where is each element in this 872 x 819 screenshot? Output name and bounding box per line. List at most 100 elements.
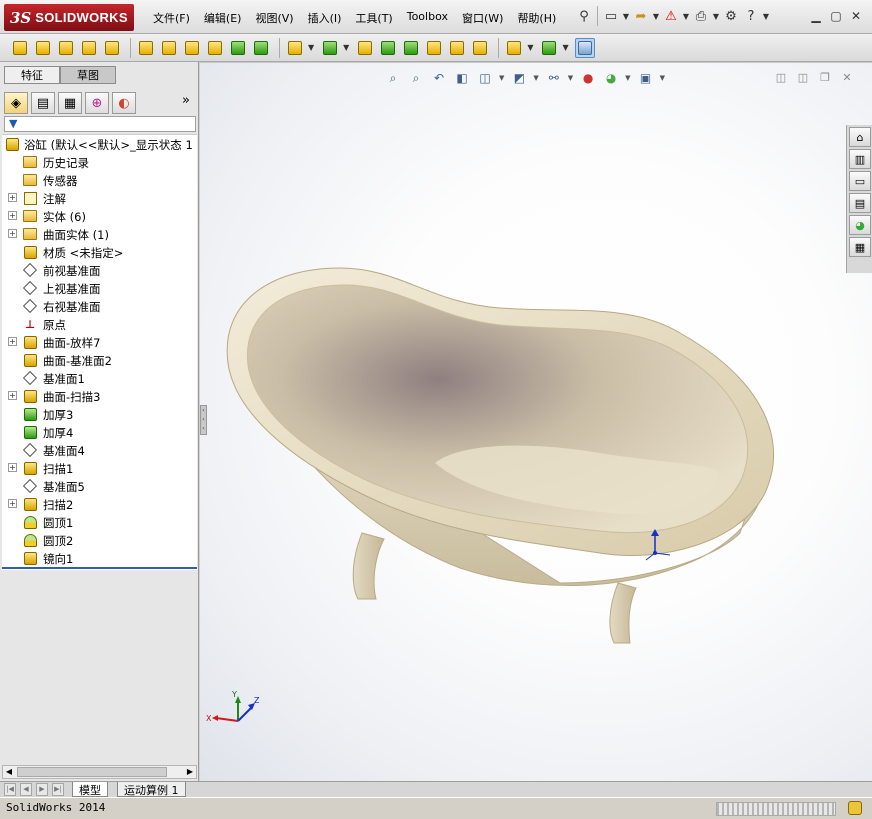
extrude-icon[interactable] [10,38,30,58]
tree-item[interactable]: 曲面-基准面2 [2,351,197,369]
help-icon[interactable]: ? [741,6,761,26]
tree-horizontal-scrollbar[interactable]: ◀ ▶ [2,765,197,779]
prev-tab-icon[interactable]: ◀ [20,783,32,796]
swept-cut-icon[interactable] [205,38,225,58]
help-dropdown-icon[interactable]: ▼ [761,12,771,21]
menu-file[interactable]: 文件(F) [146,8,197,28]
revolved-cut-icon[interactable] [182,38,202,58]
tree-item[interactable]: + 曲面实体 (1) [2,225,197,243]
rebuild-dropdown-icon[interactable]: ▼ [681,12,691,21]
tree-item[interactable]: 基准面4 [2,441,197,459]
tree-item[interactable]: 历史记录 [2,153,197,171]
menu-toolbox[interactable]: Toolbox [400,8,455,28]
intersect-icon[interactable] [447,38,467,58]
draft-icon[interactable] [378,38,398,58]
scroll-thumb[interactable] [17,767,167,777]
lofted-cut-icon[interactable] [228,38,248,58]
expand-icon[interactable]: + [8,337,17,346]
menu-window[interactable]: 窗口(W) [455,8,510,28]
mirror-icon[interactable] [470,38,490,58]
tab-sketch[interactable]: 草图 [60,66,116,84]
tree-item[interactable]: 前视基准面 [2,261,197,279]
hole-wizard-icon[interactable] [159,38,179,58]
fillet-dropdown-icon[interactable]: ▼ [308,43,314,52]
featuremanager-icon[interactable]: ◈ [4,92,28,114]
curves-icon[interactable] [539,38,559,58]
bathtub-model[interactable] [200,63,872,782]
expand-icon[interactable]: + [8,193,17,202]
tree-item[interactable]: 传感器 [2,171,197,189]
tree-item[interactable]: 圆顶1 [2,513,197,531]
curves-dropdown-icon[interactable]: ▼ [562,43,568,52]
tab-motion-study[interactable]: 运动算例 1 [117,782,186,797]
rib-icon[interactable] [355,38,375,58]
tree-item[interactable]: ⊥ 原点 [2,315,197,333]
propertymanager-icon[interactable]: ▤ [31,92,55,114]
tab-features[interactable]: 特征 [4,66,60,84]
tree-item[interactable]: + 扫描1 [2,459,197,477]
expand-icon[interactable]: + [8,499,17,508]
linear-pattern-icon[interactable] [320,38,340,58]
close-icon[interactable]: ✕ [846,7,866,25]
tree-item[interactable]: + 曲面-扫描3 [2,387,197,405]
minimize-icon[interactable]: ▁ [806,7,826,25]
expand-icon[interactable]: + [8,463,17,472]
boundary-cut-icon[interactable] [251,38,271,58]
menu-view[interactable]: 视图(V) [248,8,300,28]
sweep-icon[interactable] [56,38,76,58]
menu-tools[interactable]: 工具(T) [348,8,399,28]
expand-icon[interactable]: + [8,211,17,220]
loft-icon[interactable] [79,38,99,58]
last-tab-icon[interactable]: ▶| [52,783,64,796]
tree-item[interactable]: + 扫描2 [2,495,197,513]
open-icon[interactable]: ➦ [631,6,651,26]
new-dropdown-icon[interactable]: ▼ [621,12,631,21]
print-icon[interactable]: ⎙ [691,6,711,26]
tree-item[interactable]: + 实体 (6) [2,207,197,225]
pattern-dropdown-icon[interactable]: ▼ [343,43,349,52]
displaymanager-icon[interactable]: ◐ [112,92,136,114]
expand-icon[interactable]: + [8,229,17,238]
configurationmanager-icon[interactable]: ▦ [58,92,82,114]
tree-root[interactable]: 浴缸 (默认<<默认>_显示状态 1 [2,135,197,153]
more-chevron-icon[interactable]: » [182,93,190,108]
graphics-area[interactable]: ‹ ‹ ‹ ⌕ ⌕ ↶ ◧ ◫ ▼ ◩ ▼ ⚯ ▼ ● ◕ ▼ ▣ ▼ ◫ ◫ ❐ … [200,62,872,781]
tree-item[interactable]: 材质 <未指定> [2,243,197,261]
rebuild-warning-icon[interactable]: ⚠ [661,6,681,26]
next-tab-icon[interactable]: ▶ [36,783,48,796]
tree-item[interactable]: 右视基准面 [2,297,197,315]
menu-edit[interactable]: 编辑(E) [197,8,249,28]
scroll-right-icon[interactable]: ▶ [184,766,196,778]
boundary-icon[interactable] [102,38,122,58]
tree-item[interactable]: 上视基准面 [2,279,197,297]
shell-icon[interactable] [401,38,421,58]
first-tab-icon[interactable]: |◀ [4,783,16,796]
rollback-bar[interactable] [2,567,197,569]
menu-help[interactable]: 帮助(H) [510,8,563,28]
dimxpertmanager-icon[interactable]: ⊕ [85,92,109,114]
fillet-icon[interactable] [285,38,305,58]
tree-item[interactable]: + 曲面-放样7 [2,333,197,351]
extruded-cut-icon[interactable] [136,38,156,58]
tree-item[interactable]: 基准面1 [2,369,197,387]
tab-model[interactable]: 模型 [72,782,108,797]
solidworks-logo[interactable]: 3S SOLIDWORKS [4,4,134,31]
instant3d-icon[interactable] [574,37,595,58]
tree-item[interactable]: 加厚3 [2,405,197,423]
options-icon[interactable]: ⚙ [721,6,741,26]
tree-filter[interactable]: ▼ [4,116,196,132]
restore-icon[interactable]: ▢ [826,7,846,25]
revolve-icon[interactable] [33,38,53,58]
pushpin-icon[interactable]: ⚲ [574,6,594,26]
print-dropdown-icon[interactable]: ▼ [711,12,721,21]
tree-item[interactable]: 镜向1 [2,549,197,567]
open-dropdown-icon[interactable]: ▼ [651,12,661,21]
rebuild-status-icon[interactable] [848,801,862,815]
reference-geometry-icon[interactable] [504,38,524,58]
scroll-left-icon[interactable]: ◀ [3,766,15,778]
wrap-icon[interactable] [424,38,444,58]
new-document-icon[interactable]: ▭ [601,6,621,26]
tree-item[interactable]: 圆顶2 [2,531,197,549]
expand-icon[interactable]: + [8,391,17,400]
tree-item[interactable]: 基准面5 [2,477,197,495]
